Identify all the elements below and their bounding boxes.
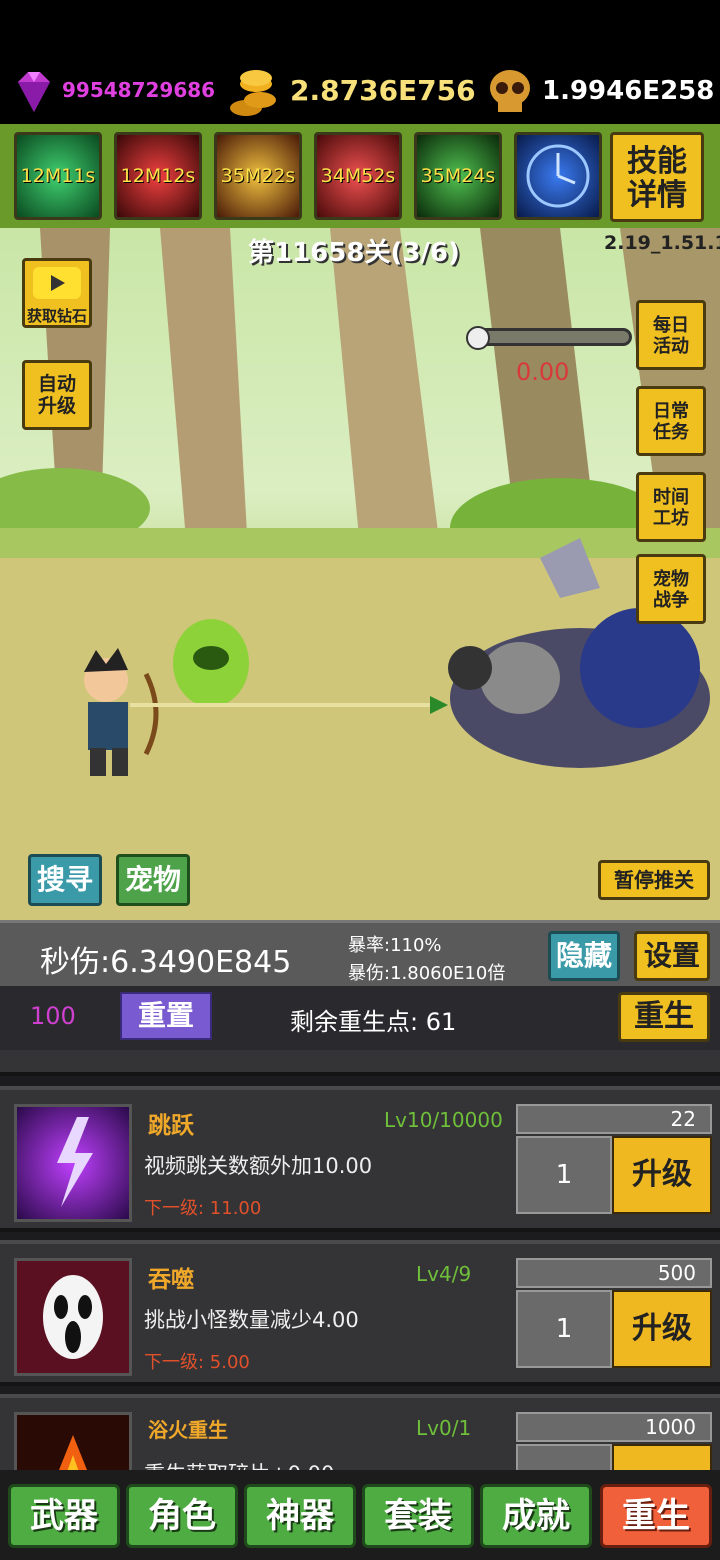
card-next-level: 下一级: 5.00 <box>144 1352 250 1373</box>
gem-count: 99548729686 <box>62 78 216 102</box>
rebirth-count: 100 <box>30 1002 76 1030</box>
cost-box: 22 <box>516 1104 712 1134</box>
skill-slot-6[interactable] <box>514 132 602 220</box>
skill-slot-3[interactable]: 35M22s <box>214 132 302 220</box>
stats-bar: 秒伤:6.3490E845 暴率:110% 暴伤:1.8060E10倍 隐藏 设… <box>0 920 720 986</box>
settings-button[interactable]: 设置 <box>634 931 710 981</box>
skill-slot-2[interactable]: 12M12s <box>114 132 202 220</box>
gem-icon <box>8 66 60 118</box>
quantity-box[interactable]: 1 <box>516 1136 612 1214</box>
battle-scene: 获取钻石 自动 升级 第11658关(3/6) 2.19_1.51.1 0.00… <box>0 228 720 920</box>
pet-button[interactable]: 宠物 <box>116 854 190 906</box>
card-description: 重生获取碎片+0.00 <box>144 1458 334 1470</box>
currency-bar: 99548729686 2.8736E756 1.9946E258 <box>0 62 720 122</box>
crit-rate-label: 暴率:110% <box>348 935 442 956</box>
dps-label: 秒伤:6.3490E845 <box>40 945 292 980</box>
reset-button[interactable]: 重置 <box>120 992 212 1040</box>
card-description: 挑战小怪数量减少4.00 <box>144 1308 359 1332</box>
upgrade-button[interactable] <box>612 1444 712 1470</box>
fire-icon <box>14 1412 132 1470</box>
skill-detail-button[interactable]: 技能 详情 <box>610 132 704 222</box>
skill-slot-5[interactable]: 35M24s <box>414 132 502 220</box>
daily-event-button[interactable]: 每日 活动 <box>636 300 706 370</box>
upgrade-list: 跳跃 Lv10/10000 视频跳关数额外加10.00 下一级: 11.00 2… <box>0 1050 720 1470</box>
arrow-projectiles <box>130 696 448 714</box>
pet-war-button[interactable]: 宠物 战争 <box>636 554 706 624</box>
tab-rebirth[interactable]: 重生 <box>600 1484 712 1548</box>
rebirth-points-label: 剩余重生点: 61 <box>290 1008 457 1036</box>
cost-box: 1000 <box>516 1412 712 1442</box>
skill-slot-4[interactable]: 34M52s <box>314 132 402 220</box>
hide-button[interactable]: 隐藏 <box>548 931 620 981</box>
tab-weapons[interactable]: 武器 <box>8 1484 120 1548</box>
card-level: Lv0/1 <box>416 1416 472 1440</box>
skill-timer: 35M24s <box>420 165 496 187</box>
card-name: 浴火重生 <box>148 1418 228 1442</box>
boss-hp-bar <box>476 328 632 346</box>
rebirth-row: 100 重置 剩余重生点: 61 重生 <box>0 986 720 1050</box>
gold-coins-icon <box>226 64 284 122</box>
gold-count: 2.8736E756 <box>290 74 476 107</box>
pause-push-button[interactable]: 暂停推关 <box>598 860 710 900</box>
card-name: 跳跃 <box>148 1113 194 1139</box>
boss-hp-value: 0.00 <box>516 358 570 386</box>
skull-small-icon <box>466 326 490 350</box>
stage-title: 第11658关(3/6) <box>248 238 460 268</box>
clock-icon <box>526 144 590 208</box>
search-button[interactable]: 搜寻 <box>28 854 102 906</box>
card-level: Lv10/10000 <box>384 1108 503 1132</box>
card-level: Lv4/9 <box>416 1262 472 1286</box>
card-description: 视频跳关数额外加10.00 <box>144 1154 373 1178</box>
cost-box: 500 <box>516 1258 712 1288</box>
quantity-box[interactable] <box>516 1444 612 1470</box>
skill-timer: 34M52s <box>320 165 396 187</box>
skill-timer: 12M12s <box>120 165 196 187</box>
daily-task-button[interactable]: 日常 任务 <box>636 386 706 456</box>
lightning-icon <box>14 1104 132 1222</box>
skull-count: 1.9946E258 <box>542 76 715 106</box>
ghost-mask-icon <box>14 1258 132 1376</box>
card-name: 吞噬 <box>148 1267 194 1293</box>
version-label: 2.19_1.51.1 <box>604 232 720 254</box>
tab-artifact[interactable]: 神器 <box>244 1484 356 1548</box>
rebirth-button[interactable]: 重生 <box>618 992 710 1042</box>
skill-slot-1[interactable]: 12M11s <box>14 132 102 220</box>
video-icon <box>33 267 81 299</box>
quantity-box[interactable]: 1 <box>516 1290 612 1368</box>
skill-timer: 12M11s <box>20 165 96 187</box>
upgrade-button[interactable]: 升级 <box>612 1290 712 1368</box>
skull-icon <box>484 66 536 118</box>
tab-character[interactable]: 角色 <box>126 1484 238 1548</box>
previous-card-edge <box>0 1050 720 1076</box>
get-diamond-button[interactable]: 获取钻石 <box>22 258 92 328</box>
upgrade-button[interactable]: 升级 <box>612 1136 712 1214</box>
tab-achievement[interactable]: 成就 <box>480 1484 592 1548</box>
skill-timer: 35M22s <box>220 165 296 187</box>
auto-upgrade-button[interactable]: 自动 升级 <box>22 360 92 430</box>
crit-damage-label: 暴伤:1.8060E10倍 <box>348 963 506 984</box>
get-diamond-label: 获取钻石 <box>26 307 87 325</box>
time-workshop-button[interactable]: 时间 工坊 <box>636 472 706 542</box>
card-next-level: 下一级: 11.00 <box>144 1198 262 1219</box>
tab-equipment-set[interactable]: 套装 <box>362 1484 474 1548</box>
